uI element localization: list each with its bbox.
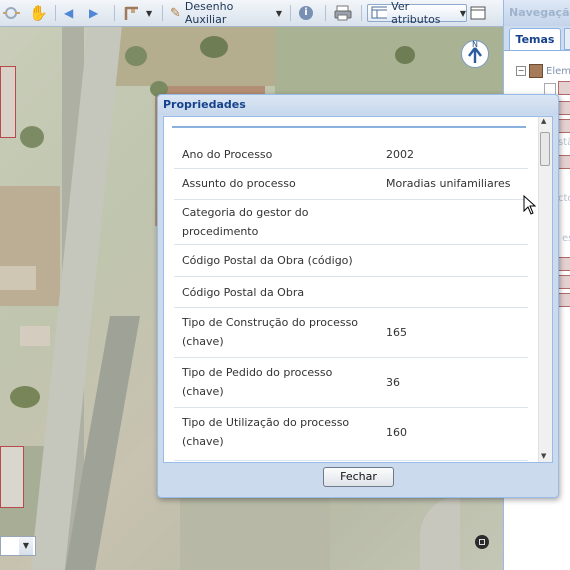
close-button[interactable]: Fechar xyxy=(323,467,394,487)
grid-scrollbar[interactable]: ▲ ▼ xyxy=(538,117,552,462)
arrow-left-icon: ◀ xyxy=(64,6,74,20)
layer-label-partial: es xyxy=(562,233,570,244)
property-key: Código Postal da Obra (código) xyxy=(182,254,353,267)
mouse-cursor-icon xyxy=(523,195,537,215)
pan-tool-button[interactable]: ✋ xyxy=(29,4,49,22)
hand-icon: ✋ xyxy=(29,4,48,22)
scroll-down-icon[interactable]: ▼ xyxy=(541,452,546,460)
property-key: Tipo de Utilização do processo (chave) xyxy=(182,416,350,448)
map-building xyxy=(0,446,24,508)
map-tree xyxy=(125,46,147,66)
layer-icon xyxy=(558,119,570,133)
map-field xyxy=(95,26,275,86)
map-tree xyxy=(10,386,40,408)
layer-icon xyxy=(558,293,570,307)
chevron-down-icon: ▼ xyxy=(459,8,466,18)
map-toolbar: ✋ ◀ ▶ ▼ ✎ Desenho Auxiliar ▼ i Ver atrib… xyxy=(0,0,503,27)
navigation-tabs: Temas xyxy=(504,26,570,51)
map-layer-select[interactable]: ▼ xyxy=(0,536,36,556)
attribute-table-icon xyxy=(371,6,388,19)
tab-next[interactable] xyxy=(564,28,570,50)
chevron-down-icon: ▼ xyxy=(275,8,282,18)
back-button[interactable]: ◀ xyxy=(64,4,80,22)
map-building xyxy=(20,326,50,346)
properties-dialog: Propriedades Ano do Processo 2002 Assunt… xyxy=(157,94,559,498)
scroll-up-icon[interactable]: ▲ xyxy=(541,117,546,125)
measure-tool-button[interactable]: ▼ xyxy=(123,4,155,22)
property-value: Moradias unifamiliares xyxy=(386,177,511,190)
overview-map-icon[interactable] xyxy=(475,535,489,549)
property-row: Ano do Processo 2002 xyxy=(174,141,528,169)
map-building xyxy=(0,66,16,138)
property-row: Tipo de Utilização do processo (chave) 1… xyxy=(174,408,528,461)
property-key: Assunto do processo xyxy=(182,177,296,190)
printer-icon xyxy=(334,5,352,21)
grid-header-line xyxy=(172,126,526,128)
property-value: 160 xyxy=(386,426,407,439)
view-attributes-button[interactable]: Ver atributos ▼ xyxy=(367,0,467,26)
chevron-down-icon: ▼ xyxy=(146,8,153,18)
scrollbar-thumb[interactable] xyxy=(540,132,550,166)
north-arrow[interactable]: N xyxy=(461,40,489,68)
layer-icon xyxy=(558,155,570,169)
property-row: Tipo de Pedido do processo (chave) 36 xyxy=(174,358,528,408)
info-button[interactable]: i xyxy=(299,4,317,22)
collapse-icon: − xyxy=(516,66,526,76)
toolbar-divider xyxy=(325,5,326,21)
property-key: Categoria do gestor do procedimento xyxy=(182,206,309,238)
property-row: Código Postal da Obra xyxy=(174,277,528,308)
ruler-icon xyxy=(124,6,138,20)
property-row: Categoria do gestor do procedimento xyxy=(174,200,528,245)
toolbar-divider xyxy=(55,5,56,21)
property-value: 2002 xyxy=(386,148,414,161)
property-row: Assunto do processo Moradias unifamiliar… xyxy=(174,169,528,200)
toolbar-divider xyxy=(114,5,115,21)
draw-auxiliary-button[interactable]: ✎ Desenho Auxiliar ▼ xyxy=(170,0,282,26)
map-tree xyxy=(20,126,44,148)
map-building xyxy=(0,266,36,290)
zoom-extent-icon xyxy=(3,7,20,19)
layers-icon xyxy=(529,64,543,78)
property-key: Tipo de Construção do processo (chave) xyxy=(182,316,359,348)
property-row: Código Postal da Obra (código) xyxy=(174,245,528,277)
layer-icon xyxy=(558,81,570,95)
print-button[interactable] xyxy=(334,4,354,22)
toolbar-divider xyxy=(290,5,291,21)
layer-icon xyxy=(558,101,570,115)
map-tree xyxy=(395,46,415,64)
north-arrow-icon xyxy=(468,47,482,63)
dialog-title[interactable]: Propriedades xyxy=(158,95,558,115)
tree-root[interactable]: − Eleme xyxy=(516,63,570,79)
panel-toggle-button[interactable] xyxy=(470,4,488,22)
layer-label-partial: cto xyxy=(558,193,570,204)
info-icon: i xyxy=(299,6,313,20)
property-value: 165 xyxy=(386,326,407,339)
zoom-tool-button[interactable] xyxy=(2,4,24,22)
pencil-palette-icon: ✎ xyxy=(170,5,181,21)
tree-root-label: Eleme xyxy=(546,65,570,77)
map-field xyxy=(180,496,330,570)
navigation-header[interactable]: Navegação xyxy=(504,0,570,26)
property-row: Tipo de Construção do processo (chave) 1… xyxy=(174,308,528,358)
arrow-right-icon: ▶ xyxy=(89,6,99,20)
property-value: 36 xyxy=(386,376,400,389)
toolbar-divider xyxy=(361,5,362,21)
property-key: Tipo de Pedido do processo (chave) xyxy=(182,366,333,398)
panel-icon xyxy=(470,6,486,20)
toolbar-divider xyxy=(162,5,163,21)
properties-grid: Ano do Processo 2002 Assunto do processo… xyxy=(163,116,553,463)
map-tree xyxy=(200,36,228,58)
draw-auxiliary-label: Desenho Auxiliar xyxy=(184,0,234,26)
property-key: Código Postal da Obra xyxy=(182,286,305,299)
layer-icon xyxy=(558,257,570,271)
property-key: Ano do Processo xyxy=(182,148,273,161)
forward-button[interactable]: ▶ xyxy=(89,4,105,22)
layer-label-partial: stã xyxy=(558,137,570,148)
tab-temas[interactable]: Temas xyxy=(509,28,561,50)
view-attributes-label: Ver atributos xyxy=(391,0,441,26)
chevron-down-icon: ▼ xyxy=(19,537,33,555)
map-road xyxy=(420,496,460,570)
layer-icon xyxy=(558,275,570,289)
